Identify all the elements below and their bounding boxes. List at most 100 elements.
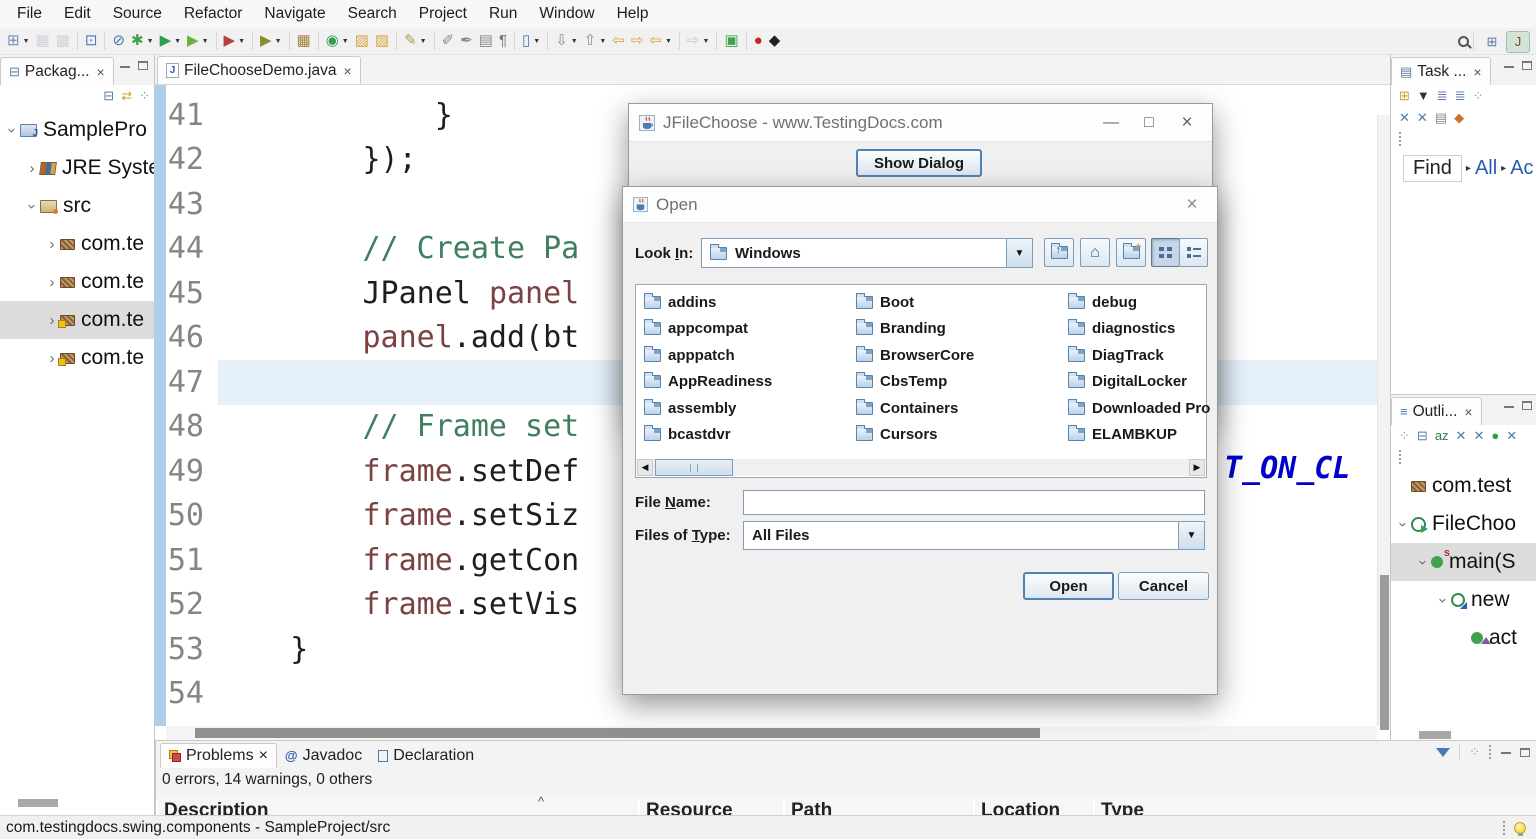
view-menu-icon[interactable]: ⁘ bbox=[1399, 428, 1410, 444]
close-icon[interactable]: × bbox=[344, 63, 352, 79]
open-console-icon[interactable]: ⊡ bbox=[82, 30, 101, 52]
file-list-item-cbstemp[interactable]: CbsTemp bbox=[856, 370, 1064, 394]
outline-item-new[interactable]: ›new bbox=[1391, 581, 1536, 619]
menu-help[interactable]: Help bbox=[606, 0, 660, 28]
debug-icon[interactable]: ✱▼ bbox=[128, 30, 157, 52]
hide-static-members-icon[interactable]: ✕ bbox=[1473, 428, 1484, 444]
run-icon[interactable]: ▶▼ bbox=[157, 30, 184, 52]
tab-javadoc[interactable]: @Javadoc bbox=[277, 743, 370, 768]
close-icon[interactable]: × bbox=[1177, 194, 1207, 216]
new-java-project-icon[interactable]: ▦ bbox=[294, 30, 314, 52]
show-whitespace-icon[interactable]: ¶ bbox=[496, 30, 510, 52]
column-header-path[interactable]: Path bbox=[783, 800, 973, 816]
sync-icon[interactable]: ⁘ bbox=[1473, 88, 1484, 104]
close-icon[interactable]: × bbox=[1473, 64, 1481, 80]
cancel-button[interactable]: Cancel bbox=[1118, 572, 1209, 600]
categorized-view-icon[interactable]: ≣ bbox=[1437, 88, 1448, 104]
maximize-icon[interactable] bbox=[138, 61, 148, 70]
create-javadoc-icon[interactable]: ▤ bbox=[476, 30, 496, 52]
mobile-preview-icon[interactable]: ▯▼ bbox=[519, 30, 543, 52]
combo-dropdown-icon[interactable]: ▼ bbox=[1006, 239, 1032, 267]
new-java-class-icon[interactable]: ◉▼ bbox=[323, 30, 352, 52]
maximize-icon[interactable] bbox=[1522, 61, 1532, 70]
menu-project[interactable]: Project bbox=[408, 0, 478, 28]
tab-declaration[interactable]: Declaration bbox=[370, 743, 482, 768]
tree-item-com-te[interactable]: ›com.te bbox=[0, 263, 154, 301]
lightbulb-icon[interactable] bbox=[1514, 822, 1526, 834]
column-header-resource[interactable]: Resource bbox=[638, 800, 783, 816]
close-icon[interactable]: × bbox=[259, 747, 268, 765]
tab-task-list[interactable]: ▤ Task ... × bbox=[1391, 57, 1491, 85]
open-dialog-titlebar[interactable]: Open × bbox=[623, 187, 1217, 223]
open-folder-icon[interactable]: ▨ bbox=[372, 30, 392, 52]
task-repository-icon[interactable]: ◆ bbox=[1454, 110, 1464, 126]
annotation-ruler[interactable] bbox=[155, 85, 166, 726]
dropdown-arrow-icon[interactable]: ▼ bbox=[533, 38, 540, 45]
outline-item-com-test[interactable]: com.test bbox=[1391, 467, 1536, 505]
tree-item-samplepro[interactable]: ›SamplePro bbox=[0, 111, 154, 149]
show-dialog-button[interactable]: Show Dialog bbox=[856, 149, 982, 177]
file-list-item-appreadiness[interactable]: AppReadiness bbox=[644, 370, 852, 394]
view-menu-icon[interactable]: ⁘ bbox=[139, 88, 150, 104]
look-in-combobox[interactable]: Windows ▼ bbox=[701, 238, 1033, 268]
focus-on-workweek-icon[interactable]: ✕ bbox=[1399, 110, 1410, 126]
scroll-right-icon[interactable]: ▶ bbox=[1189, 459, 1205, 476]
dropdown-arrow-icon[interactable]: ▼ bbox=[202, 38, 209, 45]
menu-run[interactable]: Run bbox=[478, 0, 528, 28]
menu-search[interactable]: Search bbox=[337, 0, 408, 28]
hide-fields-icon[interactable]: ✕ bbox=[1456, 428, 1467, 444]
back-icon[interactable]: ⇦▼ bbox=[646, 30, 675, 52]
dropdown-arrow-icon[interactable]: ▼ bbox=[23, 38, 30, 45]
external-tools-icon[interactable]: ▶▼ bbox=[257, 30, 284, 52]
save-all-icon[interactable]: ▩ bbox=[53, 30, 73, 52]
format-icon[interactable]: ✒ bbox=[457, 30, 476, 52]
outline-item-filechoo[interactable]: ›FileChoo bbox=[1391, 505, 1536, 543]
minimize-icon[interactable] bbox=[1504, 64, 1514, 68]
scrollbar-thumb[interactable] bbox=[1380, 575, 1389, 730]
file-list-item-elambkup[interactable]: ELAMBKUP bbox=[1068, 423, 1276, 447]
up-folder-button[interactable]: ↑ bbox=[1044, 238, 1074, 267]
twistie-icon[interactable]: › bbox=[1415, 554, 1432, 570]
scrollbar-thumb[interactable] bbox=[195, 728, 1040, 738]
filter-activated-link[interactable]: Ac bbox=[1510, 157, 1533, 180]
forward-icon[interactable]: ⇨▼ bbox=[684, 30, 713, 52]
link-with-editor-icon[interactable]: ⇄ bbox=[121, 88, 132, 104]
profile-icon[interactable]: ▶▼ bbox=[221, 30, 248, 52]
search-flashlight-icon[interactable]: ✎▼ bbox=[401, 30, 430, 52]
pin-editor-icon[interactable]: ✐ bbox=[439, 30, 458, 52]
dropdown-arrow-icon[interactable]: ▼ bbox=[571, 38, 578, 45]
tab-problems[interactable]: Problems× bbox=[160, 743, 277, 768]
column-header-type[interactable]: Type bbox=[1093, 800, 1268, 816]
black-hat-icon[interactable]: ◆ bbox=[766, 30, 784, 52]
file-list-item-digitallocker[interactable]: DigitalLocker bbox=[1068, 370, 1276, 394]
package-explorer-hscroll[interactable] bbox=[18, 799, 58, 807]
dropdown-arrow-icon[interactable]: ▼ bbox=[420, 38, 427, 45]
menu-navigate[interactable]: Navigate bbox=[253, 0, 336, 28]
save-icon[interactable]: ▦ bbox=[33, 30, 53, 52]
file-list-item-addins[interactable]: addins bbox=[644, 290, 852, 314]
file-list[interactable]: addinsappcompatapppatchAppReadinessassem… bbox=[635, 284, 1207, 478]
editor-horizontal-scrollbar[interactable] bbox=[166, 726, 1377, 740]
file-list-item-browsercore[interactable]: BrowserCore bbox=[856, 343, 1064, 367]
filter-all-link[interactable]: All bbox=[1475, 157, 1497, 180]
last-edit-location-icon[interactable]: ⇦ bbox=[609, 30, 628, 52]
maximize-icon[interactable] bbox=[1520, 748, 1530, 757]
maximize-icon[interactable]: □ bbox=[1134, 114, 1164, 132]
file-name-input[interactable] bbox=[743, 490, 1205, 515]
menu-edit[interactable]: Edit bbox=[53, 0, 102, 28]
close-icon[interactable]: × bbox=[1464, 404, 1472, 420]
new-folder-button[interactable]: + bbox=[1116, 238, 1146, 267]
file-list-item-cursors[interactable]: Cursors bbox=[856, 423, 1064, 447]
file-list-item-assembly[interactable]: assembly bbox=[644, 396, 852, 420]
collapse-notes-icon[interactable]: ▤ bbox=[1435, 110, 1447, 126]
view-menu-icon[interactable]: ⁘ bbox=[1469, 744, 1480, 760]
file-list-item-branding[interactable]: Branding bbox=[856, 317, 1064, 341]
tree-item-com-te[interactable]: ›com.te bbox=[0, 339, 154, 377]
new-task-icon[interactable]: ⊞ bbox=[1399, 88, 1410, 104]
home-button[interactable]: ⌂ bbox=[1080, 238, 1110, 267]
collapse-all-icon[interactable]: ⊟ bbox=[103, 88, 114, 104]
tiles-view-button[interactable] bbox=[1151, 238, 1180, 267]
open-button[interactable]: Open bbox=[1023, 572, 1114, 600]
editor-vertical-scrollbar[interactable] bbox=[1377, 115, 1390, 726]
file-list-item-diagnostics[interactable]: diagnostics bbox=[1068, 317, 1276, 341]
